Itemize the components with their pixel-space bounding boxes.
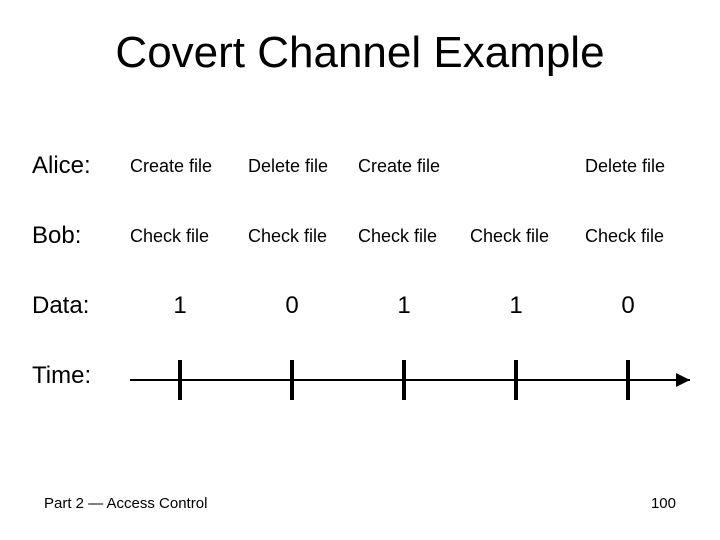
footer-part-label: Part 2 — Access Control [44,495,207,512]
timeline-axis [0,0,720,540]
footer-page-number: 100 [651,495,676,512]
slide: Covert Channel Example Alice: Bob: Data:… [0,0,720,540]
